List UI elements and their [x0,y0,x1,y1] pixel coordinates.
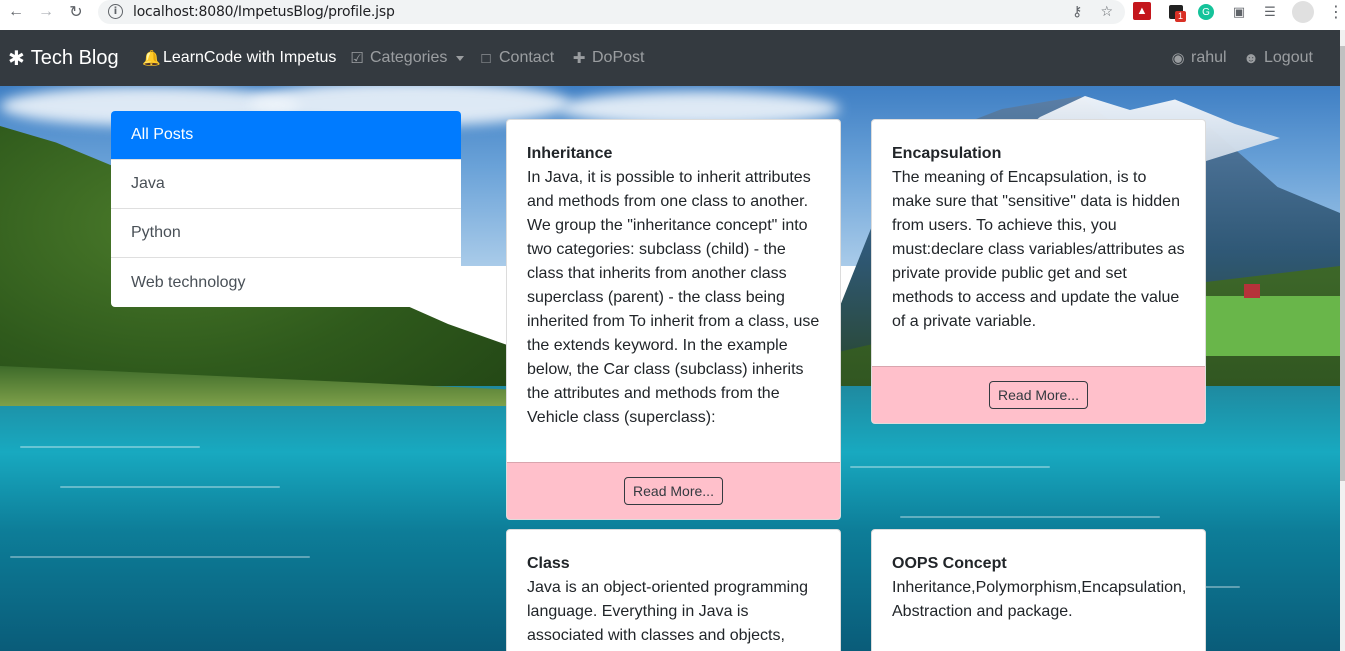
post-card: Encapsulation The meaning of Encapsulati… [871,119,1206,424]
category-java[interactable]: Java [111,160,461,209]
nav-user-label: rahul [1191,49,1227,66]
puzzle-icon[interactable]: ▣ [1229,2,1249,22]
post-card: OOPS Concept Inheritance,Polymorphism,En… [871,529,1206,651]
extension-badge: 1 [1175,11,1187,22]
back-icon[interactable]: ← [6,2,26,22]
page-scrollbar[interactable] [1340,30,1345,651]
user-plus-icon: ☻ [1243,49,1259,67]
plus-icon: ✚ [572,50,586,67]
post-title: Class [527,555,570,572]
scrollbar-thumb[interactable] [1340,46,1345,481]
nav-learncode-label: LearnCode with Impetus [163,49,337,66]
user-circle-icon: ◉ [1171,50,1185,67]
post-card-footer: Read More... [507,462,840,519]
nav-logout[interactable]: ☻ Logout [1243,49,1313,67]
nav-user-profile[interactable]: ◉ rahul [1170,49,1227,67]
nav-categories-dropdown[interactable]: ☑ Categories [349,49,465,67]
post-content: Java is an object-oriented programming l… [527,579,809,644]
post-card: Inheritance In Java, it is possible to i… [506,119,841,520]
address-card-icon: □ [481,49,491,67]
post-content: Inheritance,Polymorphism,Encapsulation, … [892,579,1187,620]
url-text[interactable]: localhost:8080/ImpetusBlog/profile.jsp [133,4,395,20]
nav-categories-label: Categories [370,49,448,66]
site-info-icon[interactable]: i [108,4,123,19]
asterisk-icon: ✱ [8,48,25,70]
category-list: All Posts Java Python Web technology [111,111,461,307]
category-all-posts[interactable]: All Posts [111,111,461,160]
category-python[interactable]: Python [111,209,461,258]
nav-dopost[interactable]: ✚ DoPost [571,49,645,67]
brand-link[interactable]: ✱ Tech Blog [8,46,119,71]
post-content: The meaning of Encapsulation, is to make… [892,169,1185,330]
extension-icon[interactable]: 1 [1166,2,1187,22]
brand-text: Tech Blog [30,47,119,69]
nav-contact-label: Contact [499,49,555,66]
post-content: In Java, it is possible to inherit attri… [527,169,820,426]
post-card: Class Java is an object-oriented program… [506,529,841,651]
post-card-footer: Read More... [872,366,1205,423]
read-more-button[interactable]: Read More... [989,381,1088,409]
address-bar[interactable]: i localhost:8080/ImpetusBlog/profile.jsp… [98,0,1125,24]
bell-icon: 🔔 [142,50,161,67]
post-title: Inheritance [527,145,613,162]
profile-avatar[interactable] [1292,1,1314,23]
grammarly-icon[interactable]: G [1198,4,1214,20]
read-more-button[interactable]: Read More... [624,477,723,505]
main-navbar: ✱ Tech Blog 🔔 LearnCode with Impetus ☑ C… [0,30,1345,86]
pdf-extension-icon[interactable]: ▲ [1133,2,1151,20]
nav-learncode[interactable]: 🔔 LearnCode with Impetus [142,49,336,67]
media-control-icon[interactable]: ☰ [1260,2,1280,22]
post-title: OOPS Concept [892,555,1007,572]
menu-kebab-icon[interactable]: ⋮ [1326,2,1345,22]
key-icon[interactable]: ⚷ [1072,3,1082,20]
bookmark-star-icon[interactable]: ☆ [1100,3,1113,20]
reload-icon[interactable]: ↻ [66,2,86,22]
nav-contact[interactable]: □ Contact [478,49,554,67]
category-web-technology[interactable]: Web technology [111,258,461,307]
browser-toolbar: ← → ↻ i localhost:8080/ImpetusBlog/profi… [0,0,1345,30]
check-square-icon: ☑ [350,50,364,67]
nav-logout-label: Logout [1264,49,1313,66]
forward-icon[interactable]: → [36,2,56,22]
post-title: Encapsulation [892,145,1002,162]
caret-down-icon [456,55,465,61]
nav-dopost-label: DoPost [592,49,645,66]
